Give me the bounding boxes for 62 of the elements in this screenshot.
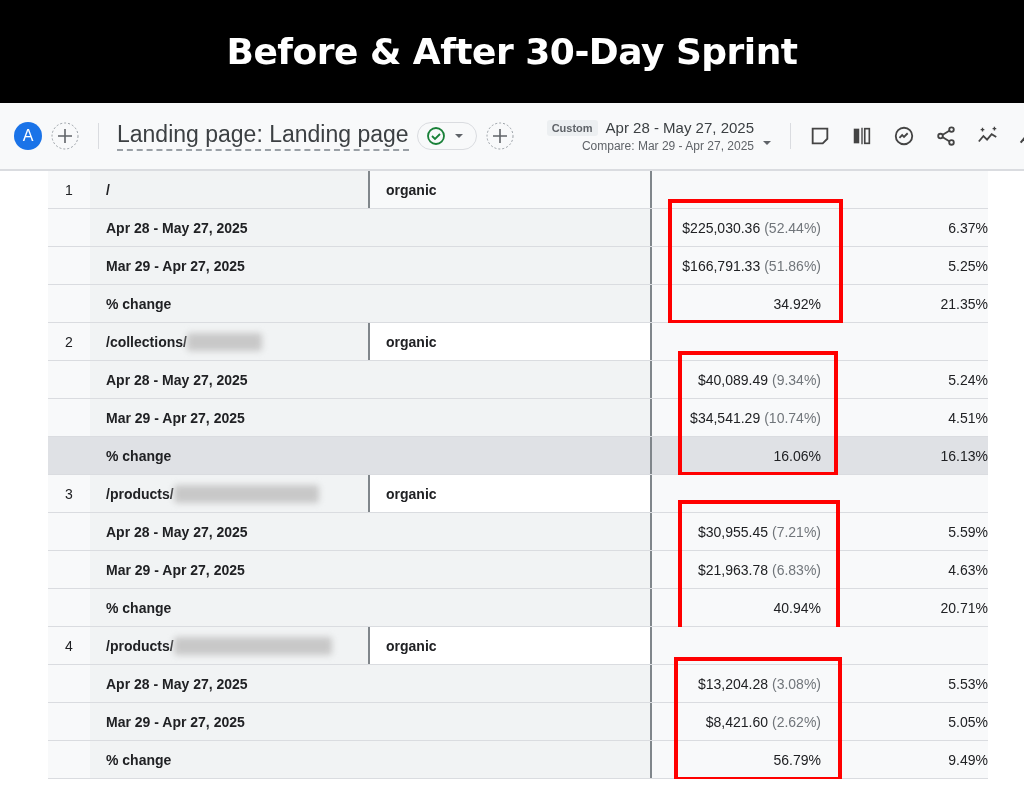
- source-cell: organic: [370, 627, 650, 664]
- report-title[interactable]: Landing page: Landing page: [117, 121, 409, 151]
- rate-value: 5.24%: [948, 371, 988, 388]
- revenue-value: $34,541.29 (10.74%): [690, 409, 821, 426]
- comparison-label: Apr 28 - May 27, 2025: [90, 665, 650, 702]
- revenue-value: $21,963.78 (6.83%): [697, 561, 821, 578]
- rate-value: 5.05%: [948, 713, 988, 730]
- row-number: 4: [64, 636, 74, 656]
- compare-range: Compare: Mar 29 - Apr 27, 2025: [581, 139, 754, 153]
- comparison-label: Apr 28 - May 27, 2025: [90, 361, 650, 398]
- comparison-label: Mar 29 - Apr 27, 2025: [90, 551, 650, 588]
- caret-icon: [453, 133, 464, 139]
- comparison-label: Mar 29 - Apr 27, 2025: [90, 399, 650, 436]
- rate-value: 5.53%: [948, 675, 988, 692]
- caret-icon[interactable]: [762, 140, 772, 146]
- note-icon[interactable]: [809, 125, 831, 147]
- revenue-value: 40.94%: [773, 599, 821, 616]
- page-path: /collections/: [106, 333, 187, 350]
- revenue-value: $13,204.28 (3.08%): [697, 675, 821, 692]
- page-path: /: [106, 181, 110, 198]
- revenue-value: $8,421.60 (2.62%): [705, 713, 821, 730]
- add-icon[interactable]: [50, 121, 80, 151]
- comparison-label: Mar 29 - Apr 27, 2025: [90, 247, 650, 284]
- page-path: /products/: [106, 637, 174, 654]
- insights-icon[interactable]: [893, 125, 915, 147]
- source-cell: organic: [370, 323, 650, 360]
- source-cell-text: organic: [385, 180, 438, 200]
- rate-value: 16.13%: [940, 447, 988, 464]
- date-range[interactable]: Apr 28 - May 27, 2025: [605, 119, 754, 136]
- comparison-label: Apr 28 - May 27, 2025: [90, 209, 650, 246]
- page-path: /products/: [106, 485, 174, 502]
- share-icon[interactable]: [935, 125, 957, 147]
- rate-value: 5.25%: [948, 257, 988, 274]
- rate-value: 20.71%: [940, 599, 988, 616]
- revenue-value: $225,030.36 (52.44%): [682, 219, 821, 236]
- comparison-label: % change: [105, 446, 173, 466]
- comparison-label: Mar 29 - Apr 27, 2025: [90, 703, 650, 740]
- revenue-value: 16.06%: [773, 447, 821, 464]
- add-icon[interactable]: [484, 121, 515, 151]
- revenue-value: $30,955.45 (7.21%): [697, 523, 821, 540]
- row-number: 2: [64, 332, 74, 352]
- comparison-label: % change: [90, 741, 650, 778]
- rate-value: 6.37%: [948, 219, 988, 236]
- comparison-label: Apr 28 - May 27, 2025: [90, 513, 650, 550]
- revenue-value: 56.79%: [773, 751, 821, 768]
- source-cell: organic: [370, 475, 650, 512]
- row-number: 1: [64, 180, 74, 200]
- rate-value: 5.59%: [948, 523, 988, 540]
- banner-title: Before & After 30-Day Sprint: [226, 31, 798, 72]
- comparison-label: % change: [90, 285, 650, 322]
- revenue-value: 34.92%: [773, 295, 821, 312]
- rate-value: 4.51%: [948, 409, 988, 426]
- revenue-value: $166,791.33 (51.86%): [682, 257, 821, 274]
- row-number: 3: [64, 484, 74, 504]
- date-badge: Custom: [546, 119, 598, 136]
- rate-value: 21.35%: [940, 295, 988, 312]
- comparison-label: % change: [90, 589, 650, 626]
- revenue-value: $40,089.49 (9.34%): [697, 371, 821, 388]
- avatar[interactable]: A: [14, 122, 42, 150]
- rate-value: 4.63%: [948, 561, 988, 578]
- columns-icon[interactable]: [851, 125, 873, 147]
- rate-value: 9.49%: [948, 751, 988, 768]
